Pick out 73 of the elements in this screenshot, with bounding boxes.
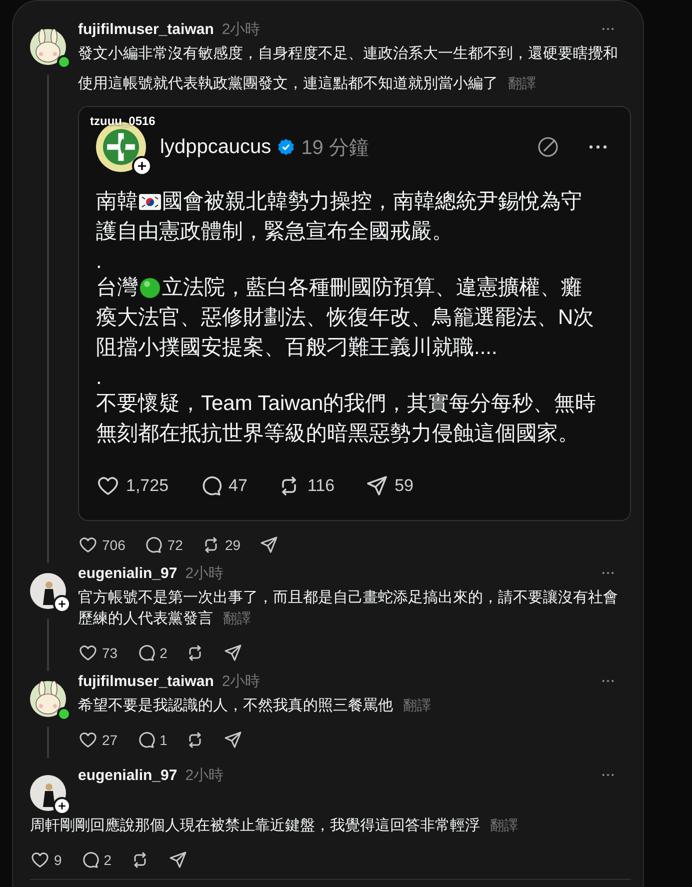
comment-text: 發文小編非常沒有敏感度，自身程度不足、連政治系大一生都不到，還硬要瞎攪和 [78, 45, 618, 62]
comment-count: 2 [104, 852, 112, 868]
username[interactable]: eugenialin_97 [78, 766, 178, 784]
username[interactable]: eugenialin_97 [78, 564, 178, 582]
share-icon[interactable] [258, 535, 279, 555]
plus-icon [57, 801, 67, 811]
username-overlay: tzuuu_0516 [90, 115, 156, 128]
comment-count: 2 [160, 645, 168, 661]
post-text: . [96, 249, 102, 275]
plus-icon [136, 160, 148, 172]
post-text: 瘓大法官、惡修財劃法、恢復年改、鳥籠選罷法、N次 [96, 305, 594, 331]
post-time: 2小時 [185, 766, 224, 784]
username[interactable]: lydppcaucus [160, 136, 272, 158]
post-time: 2小時 [185, 564, 224, 582]
translate-link[interactable]: 翻譯 [508, 75, 536, 91]
post-text: 國會被親北韓勢力操控，南韓總統尹錫悅為守 [162, 189, 582, 215]
quote-icon[interactable] [536, 135, 560, 159]
like-icon[interactable] [78, 535, 98, 555]
post-text: 護自由憲政體制，緊急宣布全國戒嚴。 [96, 219, 453, 245]
quoted-post[interactable] [78, 106, 631, 521]
post-text: 阻擋小撲國安提案、百般刁難王義川就職.... [96, 335, 498, 361]
share-icon[interactable] [223, 643, 244, 663]
comment-text: 使用這帳號就代表執政黨團發文，連這點都不知道就別當小編了 [78, 75, 498, 92]
comment-count: 1 [160, 732, 168, 748]
post-text: 不要懷疑，Team Taiwan的我們，其實每分每秒、無時 [96, 391, 596, 417]
circle-emoji-icon [139, 277, 161, 299]
more-icon[interactable] [601, 571, 615, 575]
like-icon[interactable] [30, 850, 50, 870]
like-count: 706 [102, 537, 126, 553]
post-text: . [96, 365, 102, 391]
translate-link[interactable]: 翻譯 [223, 610, 251, 626]
avatar[interactable] [30, 29, 66, 65]
comment-icon[interactable] [143, 535, 164, 555]
comment-text: 歷練的人代表黨發言 [78, 610, 213, 627]
comment-text: 希望不要是我認識的人，不然我真的照三餐罵他 [78, 697, 393, 714]
comment-count: 47 [228, 476, 248, 496]
post-text: 台灣 [96, 275, 138, 301]
like-count: 73 [102, 645, 118, 661]
follow-button[interactable] [53, 595, 71, 613]
like-count: 27 [102, 732, 118, 748]
comment-count: 72 [167, 537, 183, 553]
post-time: 2小時 [222, 20, 260, 38]
like-count: 1,725 [126, 476, 169, 496]
username[interactable]: fujifilmuser_taiwan [78, 20, 214, 38]
username[interactable]: fujifilmuser_taiwan [78, 672, 214, 690]
flag-icon [139, 194, 161, 210]
share-icon[interactable] [168, 850, 188, 870]
like-icon[interactable] [78, 730, 98, 750]
more-icon[interactable] [588, 144, 608, 150]
like-count: 9 [54, 852, 62, 868]
comment-text: 周軒剛剛回應說那個人現在被禁止靠近鍵盤，我覺得這回答非常輕浮 [30, 817, 480, 834]
repost-count: 29 [224, 537, 241, 553]
follow-button[interactable] [53, 797, 71, 815]
more-icon[interactable] [601, 27, 615, 31]
more-icon[interactable] [601, 773, 615, 777]
like-icon[interactable] [78, 643, 98, 663]
repost-count: 116 [307, 476, 335, 496]
avatar[interactable] [30, 681, 66, 717]
post-time: 19 分鐘 [301, 136, 369, 160]
share-icon[interactable] [223, 730, 244, 750]
post-text: 立法院，藍白各種刪國防預算、違憲擴權、癱 [162, 275, 582, 301]
comment-text: 官方帳號不是第一次出事了，而且都是自己畫蛇添足搞出來的，請不要讓沒有社會 [78, 589, 618, 606]
post-text: 無刻都在抵抗世界等級的暗黑惡勢力侵蝕這個國家。 [96, 421, 579, 447]
plus-icon [57, 599, 67, 609]
post-text: 南韓 [96, 189, 138, 215]
share-icon[interactable] [364, 474, 389, 498]
translate-link[interactable]: 翻譯 [403, 697, 431, 713]
follow-button[interactable] [132, 156, 152, 176]
share-count: 59 [394, 476, 414, 496]
post-time: 2小時 [222, 672, 260, 690]
like-icon[interactable] [96, 474, 120, 498]
more-icon[interactable] [601, 679, 615, 683]
translate-link[interactable]: 翻譯 [490, 817, 518, 833]
